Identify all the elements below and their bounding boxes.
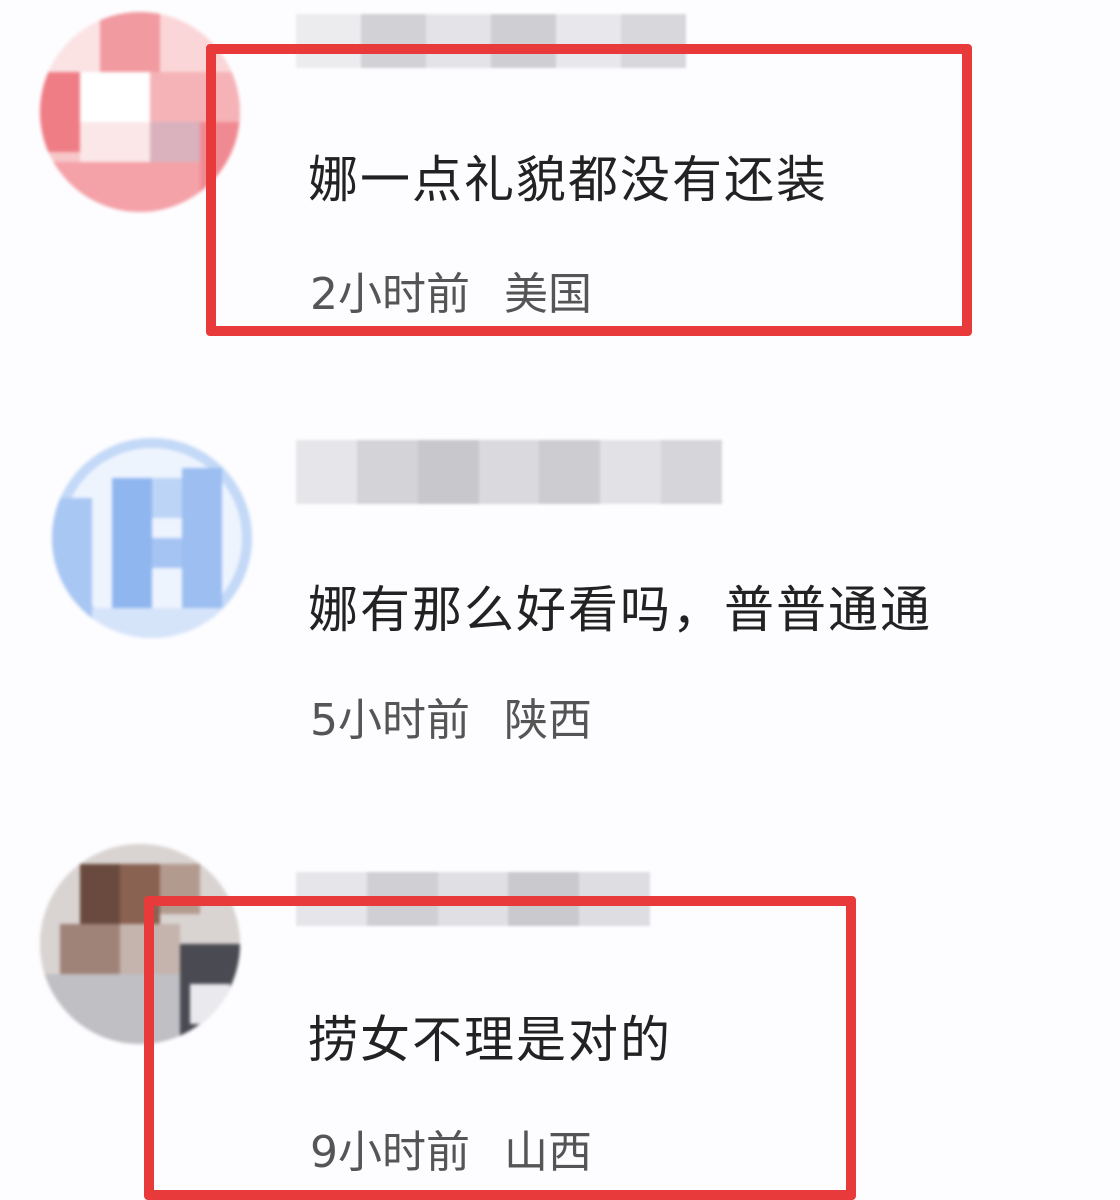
comment-time: 5小时前: [310, 695, 470, 746]
comment-meta: 5小时前 陕西: [310, 684, 592, 748]
username-blurred[interactable]: [296, 440, 723, 504]
highlight-box: [206, 44, 972, 336]
comment-list: 娜一点礼貌都没有还装 2小时前美国 娜有那么好看吗，普普通通 5小时前陕西: [0, 0, 1120, 1200]
comment-item: 捞女不理是对的 9小时前 山西: [0, 830, 1120, 1200]
comment-item: 娜一点礼貌都没有还装 2小时前 美国: [0, 0, 1120, 380]
avatar[interactable]: [52, 438, 252, 638]
comment-location: 陕西: [504, 695, 592, 746]
comment-text: 娜有那么好看吗，普普通通: [308, 581, 932, 639]
comment-item: 娜有那么好看吗，普普通通 5小时前 陕西: [0, 420, 1120, 760]
highlight-box: [144, 896, 856, 1200]
